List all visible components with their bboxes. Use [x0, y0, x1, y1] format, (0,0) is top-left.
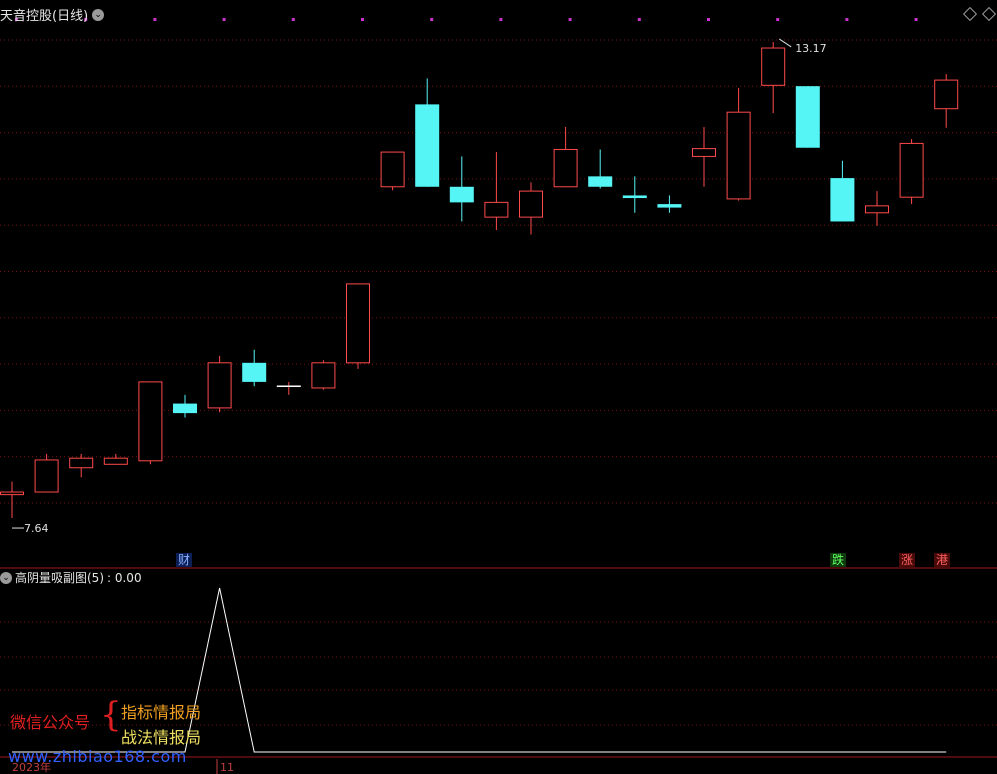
candle-body	[553, 148, 578, 188]
candle-body	[519, 190, 543, 218]
candle-body	[346, 283, 370, 364]
candle-body	[242, 362, 267, 382]
chart-header: 天音控股(日线) ⌄	[0, 5, 105, 24]
watermark-url: www.zhibiao168.com	[8, 747, 187, 766]
candle-body	[726, 111, 751, 200]
chevron-down-icon[interactable]: ⌄	[92, 8, 105, 21]
candle-body	[173, 403, 197, 414]
chevron-down-icon[interactable]: ⌄	[0, 571, 12, 584]
candle-body	[415, 104, 440, 187]
candle-body	[484, 201, 509, 218]
top-marker	[776, 18, 780, 21]
top-marker	[430, 18, 434, 21]
chart-title[interactable]: 天音控股(日线)	[0, 5, 88, 24]
top-marker	[568, 18, 572, 21]
candle-body	[449, 186, 474, 203]
high-price-label: 13.17	[795, 42, 827, 55]
candle-body	[103, 457, 128, 465]
top-marker	[291, 18, 295, 21]
candle-body	[899, 142, 924, 198]
low-price-label: 7.64	[24, 522, 49, 535]
candle-body	[795, 86, 820, 148]
high-arrow	[778, 38, 792, 48]
candle-body	[865, 205, 889, 214]
candle-body	[830, 178, 855, 222]
kline-chart[interactable]: 13.177.642023年 11	[0, 0, 997, 774]
watermark-brace: {	[100, 695, 122, 735]
candle-body	[138, 381, 163, 462]
badge-finance[interactable]: 财	[176, 553, 193, 567]
candle-body	[588, 176, 613, 187]
top-marker	[707, 18, 710, 21]
top-marker	[499, 18, 503, 21]
candle-body	[934, 79, 959, 110]
top-marker	[153, 18, 157, 21]
month-label: 11	[220, 761, 234, 774]
candle-body	[207, 362, 232, 409]
top-marker	[845, 18, 849, 21]
subchart-header: ⌄ 高阴量吸副图(5) : 0.00	[0, 569, 142, 586]
candle-body	[380, 151, 405, 188]
candle-body	[34, 459, 59, 493]
candle-body	[657, 204, 682, 208]
subchart-value: : 0.00	[107, 570, 142, 585]
watermark-wechat: 微信公众号	[10, 713, 91, 732]
top-marker	[637, 18, 641, 21]
top-marker	[222, 18, 226, 21]
badge-fall[interactable]: 跌	[830, 553, 847, 567]
candle-body	[692, 148, 716, 157]
candle-body	[622, 195, 647, 199]
candle-body	[311, 362, 336, 389]
top-marker	[914, 18, 918, 21]
watermark-line-2: 战法情报局	[121, 728, 202, 747]
candle-body	[0, 491, 24, 496]
candle-body	[761, 47, 786, 86]
subchart-title[interactable]: 高阴量吸副图(5)	[15, 569, 104, 586]
top-marker	[361, 18, 364, 21]
candle-body	[69, 457, 94, 469]
badge-rise[interactable]: 涨	[899, 553, 916, 567]
badge-hk[interactable]: 港	[934, 553, 951, 567]
watermark-line-1: 指标情报局	[121, 703, 202, 722]
